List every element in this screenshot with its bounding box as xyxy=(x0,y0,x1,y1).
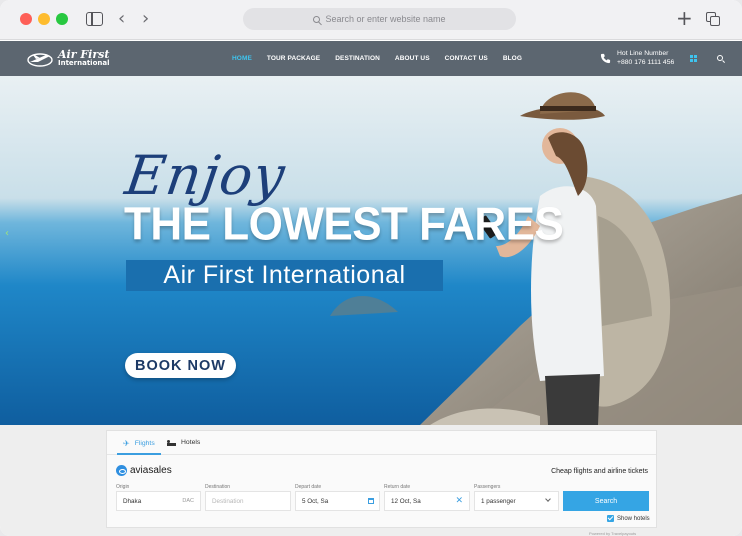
destination-field[interactable]: Destination xyxy=(205,491,291,511)
bed-icon xyxy=(167,439,176,446)
destination-placeholder: Destination xyxy=(212,497,244,505)
origin-value: Dhaka xyxy=(123,497,142,505)
address-bar[interactable]: Search or enter website name xyxy=(243,8,516,30)
search-icon xyxy=(313,15,321,23)
passengers-label: Passengers xyxy=(474,484,501,490)
grid-menu-icon[interactable] xyxy=(690,55,697,62)
search-button[interactable]: Search xyxy=(563,491,649,511)
hero-headline: THE LOWEST FARES xyxy=(124,198,564,251)
header-search-icon[interactable] xyxy=(717,55,723,61)
book-now-button[interactable]: BOOK NOW xyxy=(125,353,236,378)
show-hotels-label: Show hotels xyxy=(617,515,650,522)
site-logo[interactable]: Air First International xyxy=(26,46,110,71)
chevron-down-icon xyxy=(545,496,551,502)
sidebar-toggle-icon[interactable] xyxy=(86,12,103,26)
zoom-window-button[interactable] xyxy=(56,13,68,25)
clear-return-date-icon[interactable]: ✕ xyxy=(455,496,463,506)
hotline[interactable]: Hot Line Number +880 176 1111 456 xyxy=(600,49,674,67)
flight-search-widget: ✈ Flights Hotels aviasales Cheap flights… xyxy=(106,430,657,528)
active-tab-indicator xyxy=(117,453,161,455)
aviasales-brand: aviasales xyxy=(116,465,172,476)
hero-subtitle-band: Air First International xyxy=(126,260,443,291)
widget-tabs: ✈ Flights Hotels xyxy=(107,431,656,455)
return-date-label: Return date xyxy=(384,484,411,490)
passengers-select[interactable]: 1 passenger xyxy=(474,491,559,511)
tab-flights-label: Flights xyxy=(134,440,155,447)
show-hotels-checkbox[interactable] xyxy=(607,515,614,522)
main-menu: HOME TOUR PACKAGE DESTINATION ABOUT US C… xyxy=(232,55,537,62)
tab-hotels-label: Hotels xyxy=(181,439,201,446)
brand-name: aviasales xyxy=(130,465,172,476)
tab-flights[interactable]: ✈ Flights xyxy=(123,439,155,448)
depart-date-field[interactable]: 5 Oct, Sa xyxy=(295,491,380,511)
airplane-logo-icon xyxy=(27,52,53,67)
back-arrow-icon[interactable]: ‹ xyxy=(118,9,125,29)
menu-item-contact-us[interactable]: CONTACT US xyxy=(445,55,488,62)
hotline-number: +880 176 1111 456 xyxy=(617,59,675,66)
menu-item-blog[interactable]: BLOG xyxy=(503,55,522,62)
browser-toolbar: ‹ › Search or enter website name + xyxy=(0,0,742,40)
depart-date-label: Depart date xyxy=(295,484,322,490)
tab-hotels[interactable]: Hotels xyxy=(167,439,200,446)
new-tab-icon[interactable]: + xyxy=(676,8,693,28)
depart-date-value: 5 Oct, Sa xyxy=(302,497,329,505)
site-header: Air First International HOME TOUR PACKAG… xyxy=(0,41,742,76)
passengers-value: 1 passenger xyxy=(481,497,516,505)
return-date-value: 12 Oct, Sa xyxy=(391,497,421,505)
show-hotels-option[interactable]: Show hotels xyxy=(607,515,650,522)
calendar-icon xyxy=(368,498,374,504)
tab-overview-icon[interactable] xyxy=(706,12,720,26)
widget-tagline: Cheap flights and airline tickets xyxy=(551,468,648,475)
address-placeholder: Search or enter website name xyxy=(325,14,446,24)
search-widget-section: ✈ Flights Hotels aviasales Cheap flights… xyxy=(0,425,742,536)
origin-label: Origin xyxy=(116,484,130,490)
menu-item-home[interactable]: HOME xyxy=(232,55,252,62)
close-window-button[interactable] xyxy=(20,13,32,25)
slider-prev-arrow-icon[interactable]: ‹ xyxy=(5,228,9,239)
logo-line1: Air First xyxy=(58,47,110,61)
plane-icon: ✈ xyxy=(123,439,130,448)
minimize-window-button[interactable] xyxy=(38,13,50,25)
menu-item-about-us[interactable]: ABOUT US xyxy=(395,55,430,62)
hero-banner: Enjoy THE LOWEST FARES Air First Interna… xyxy=(0,76,742,425)
menu-item-destination[interactable]: DESTINATION xyxy=(335,55,380,62)
menu-item-tour-package[interactable]: TOUR PACKAGE xyxy=(267,55,320,62)
origin-field[interactable]: Dhaka DAC xyxy=(116,491,201,511)
powered-by-text[interactable]: Powered by Travelpayouts xyxy=(589,531,636,536)
browser-window: ‹ › Search or enter website name + Air F… xyxy=(0,0,742,536)
destination-label: Destination xyxy=(205,484,231,490)
aviasales-logo-icon xyxy=(116,465,127,476)
logo-line2: International xyxy=(58,58,110,67)
hero-script-text: Enjoy xyxy=(121,144,290,207)
phone-icon xyxy=(600,53,611,63)
hotline-label: Hot Line Number xyxy=(617,50,669,57)
origin-code: DAC xyxy=(182,498,194,504)
forward-arrow-icon[interactable]: › xyxy=(142,9,149,29)
hero-subtitle: Air First International xyxy=(163,261,406,289)
return-date-field[interactable]: 12 Oct, Sa ✕ xyxy=(384,491,470,511)
